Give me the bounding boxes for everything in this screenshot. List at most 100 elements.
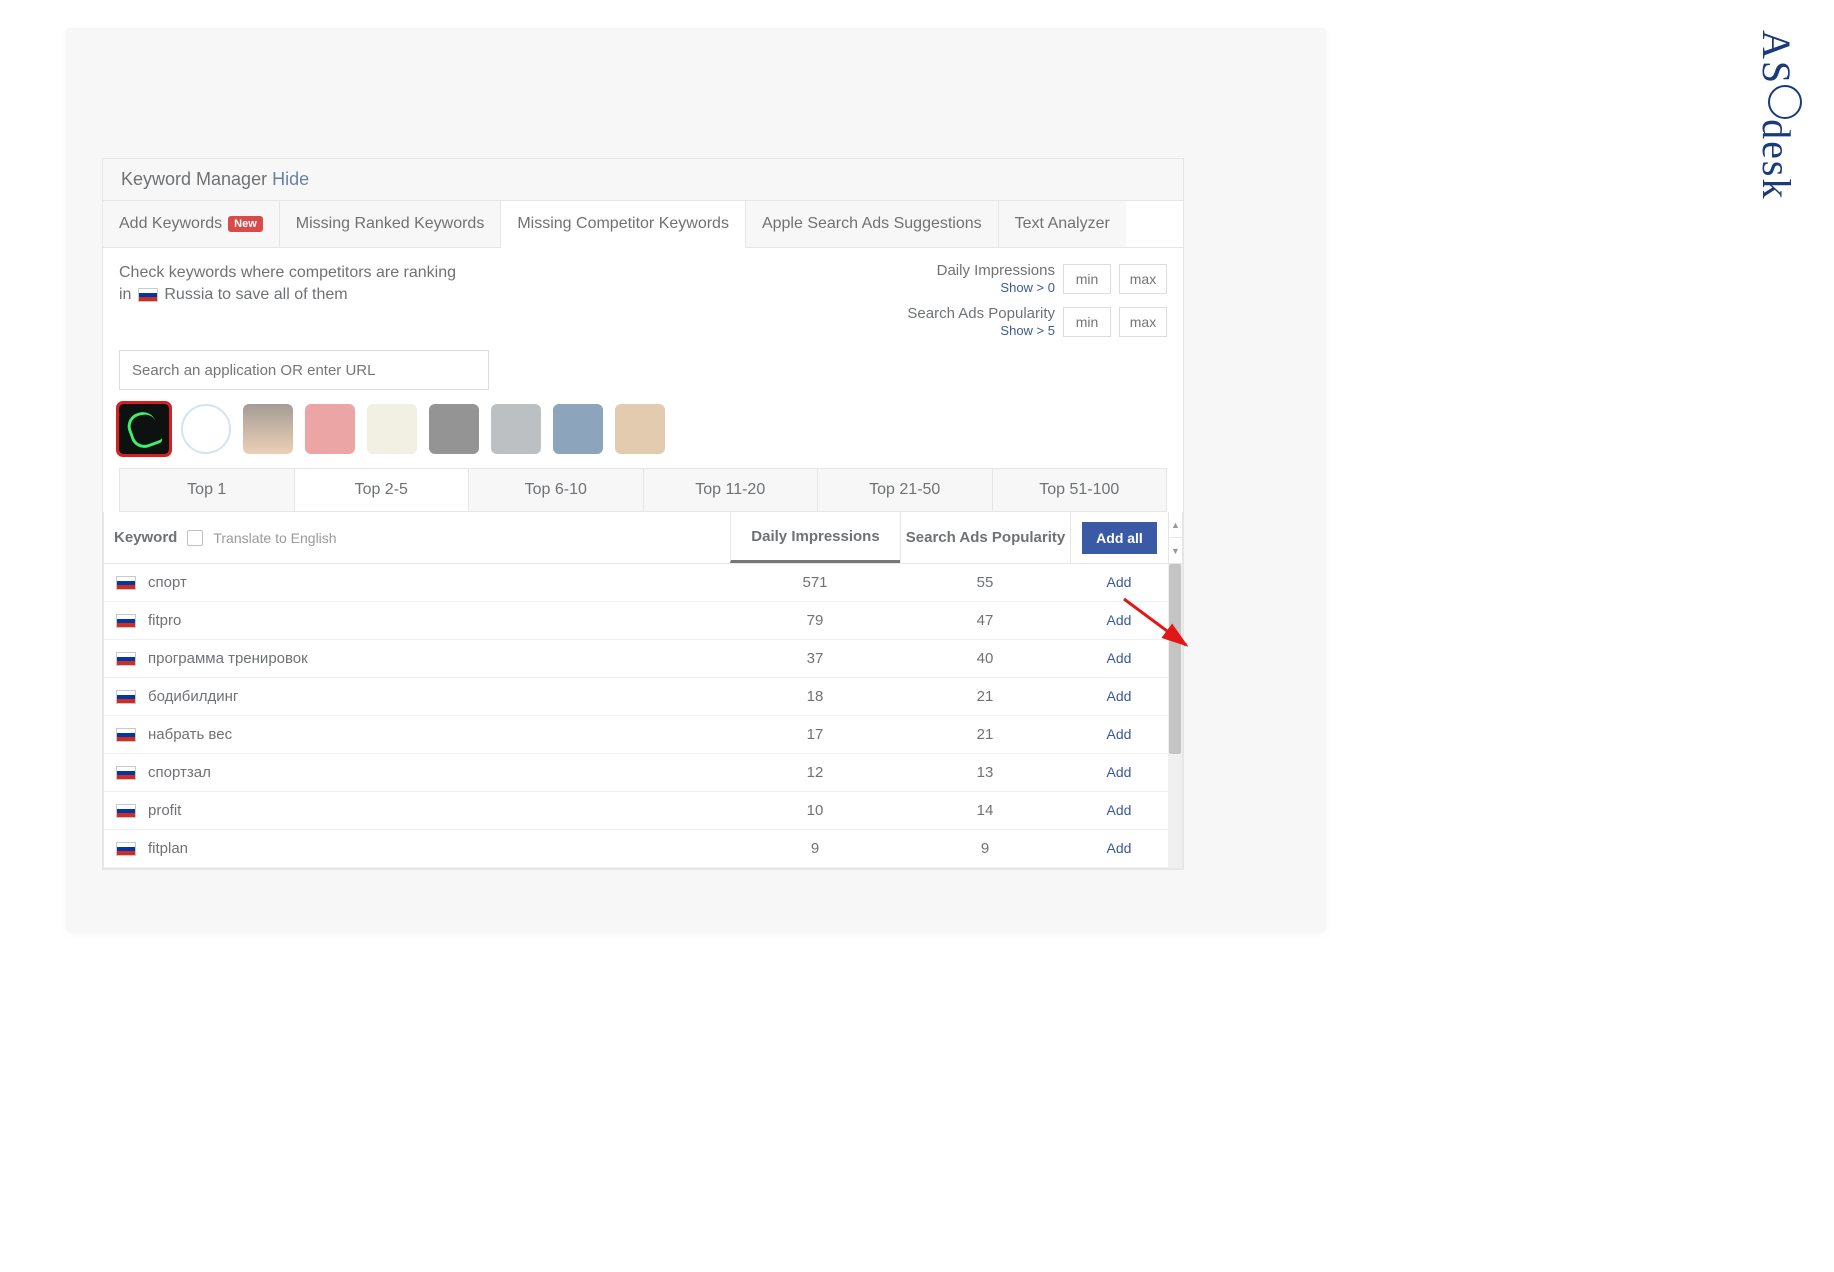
table-row: набрать вес 17 21 Add <box>104 716 1168 754</box>
tab-label: Missing Ranked Keywords <box>296 215 485 233</box>
di-value: 18 <box>730 688 900 705</box>
top-tab-1[interactable]: Top 1 <box>120 469 295 511</box>
tab-label: Missing Competitor Keywords <box>517 215 729 233</box>
competitor-app-1[interactable] <box>119 404 169 454</box>
di-filter-label: Daily Impressions <box>937 262 1055 279</box>
tab-label: Add Keywords <box>119 215 222 233</box>
russia-flag-icon <box>116 690 136 704</box>
keyword-text: fitplan <box>148 840 188 857</box>
table-scrollbar[interactable] <box>1168 564 1182 868</box>
di-max-input[interactable] <box>1119 264 1167 294</box>
add-all-button[interactable]: Add all <box>1082 522 1157 554</box>
add-link[interactable]: Add <box>1107 726 1132 742</box>
russia-flag-icon <box>116 652 136 666</box>
search-input[interactable] <box>119 350 489 390</box>
tab-add-keywords[interactable]: Add Keywords New <box>103 201 280 247</box>
keyword-text: profit <box>148 802 181 819</box>
th-translate-label: Translate to English <box>213 530 336 546</box>
tab-text-analyzer[interactable]: Text Analyzer <box>999 201 1126 247</box>
di-value: 10 <box>730 802 900 819</box>
russia-flag-icon <box>116 728 136 742</box>
table-row: profit 10 14 Add <box>104 792 1168 830</box>
di-value: 9 <box>730 840 900 857</box>
top-tab-11-20[interactable]: Top 11-20 <box>644 469 819 511</box>
add-link[interactable]: Add <box>1107 764 1132 780</box>
main-tabs: Add Keywords New Missing Ranked Keywords… <box>102 200 1184 248</box>
tab-missing-ranked[interactable]: Missing Ranked Keywords <box>280 201 502 247</box>
add-link[interactable]: Add <box>1107 688 1132 704</box>
top-tab-51-100[interactable]: Top 51-100 <box>993 469 1167 511</box>
keyword-table: Keyword Translate to English Daily Impre… <box>103 512 1183 869</box>
competitor-app-7[interactable] <box>491 404 541 454</box>
add-link[interactable]: Add <box>1107 650 1132 666</box>
sap-value: 40 <box>900 650 1070 667</box>
di-value: 571 <box>730 574 900 591</box>
russia-flag-icon <box>138 288 158 302</box>
sap-min-input[interactable] <box>1063 307 1111 337</box>
translate-checkbox[interactable] <box>187 530 203 546</box>
sap-value: 55 <box>900 574 1070 591</box>
tab-apple-search-ads[interactable]: Apple Search Ads Suggestions <box>746 201 999 247</box>
table-row: fitpro 79 47 Add <box>104 602 1168 640</box>
sap-value: 9 <box>900 840 1070 857</box>
keyword-text: спорт <box>148 574 187 591</box>
sap-value: 21 <box>900 688 1070 705</box>
sap-filter-label: Search Ads Popularity <box>907 305 1055 322</box>
tab-missing-competitor[interactable]: Missing Competitor Keywords <box>501 201 746 248</box>
new-badge: New <box>228 216 263 232</box>
competitor-app-8[interactable] <box>553 404 603 454</box>
top-tab-21-50[interactable]: Top 21-50 <box>818 469 993 511</box>
top-tab-2-5[interactable]: Top 2-5 <box>295 469 470 511</box>
keyword-text: бодибилдинг <box>148 688 238 705</box>
table-row: fitplan 9 9 Add <box>104 830 1168 868</box>
competitor-apps-row <box>119 404 1167 454</box>
competitor-app-3[interactable] <box>243 404 293 454</box>
keyword-manager-panel: Keyword Manager Hide Add Keywords New Mi… <box>102 158 1184 870</box>
desc-country: Russia <box>164 286 213 303</box>
di-min-input[interactable] <box>1063 264 1111 294</box>
sap-value: 21 <box>900 726 1070 743</box>
table-row: спорт 571 55 Add <box>104 564 1168 602</box>
competitor-app-2[interactable] <box>181 404 231 454</box>
russia-flag-icon <box>116 766 136 780</box>
table-row: спортзал 12 13 Add <box>104 754 1168 792</box>
competitor-app-4[interactable] <box>305 404 355 454</box>
panel-title-text: Keyword Manager <box>121 169 267 189</box>
th-keyword[interactable]: Keyword <box>114 529 177 546</box>
table-row: бодибилдинг 18 21 Add <box>104 678 1168 716</box>
description-text: Check keywords where competitors are ran… <box>119 262 456 338</box>
tab-label: Text Analyzer <box>1015 215 1110 233</box>
sap-value: 13 <box>900 764 1070 781</box>
top-tab-6-10[interactable]: Top 6-10 <box>469 469 644 511</box>
competitor-app-6[interactable] <box>429 404 479 454</box>
keyword-text: программа тренировок <box>148 650 308 667</box>
panel-title: Keyword Manager Hide <box>102 158 1184 200</box>
di-filter-link[interactable]: Show > 0 <box>937 280 1055 295</box>
russia-flag-icon <box>116 576 136 590</box>
table-row: программа тренировок 37 40 Add <box>104 640 1168 678</box>
hide-link[interactable]: Hide <box>272 169 309 189</box>
th-daily-impressions[interactable]: Daily Impressions <box>730 512 900 563</box>
desc-line2b: to save all of them <box>218 286 348 303</box>
keyword-text: fitpro <box>148 612 181 629</box>
add-link[interactable]: Add <box>1107 612 1132 628</box>
tab-label: Apple Search Ads Suggestions <box>762 215 982 233</box>
desc-line1: Check keywords where competitors are ran… <box>119 264 456 281</box>
russia-flag-icon <box>116 614 136 628</box>
brand-logo: ASdesk <box>1753 30 1802 200</box>
di-value: 17 <box>730 726 900 743</box>
add-link[interactable]: Add <box>1107 574 1132 590</box>
competitor-app-9[interactable] <box>615 404 665 454</box>
th-search-ads-popularity[interactable]: Search Ads Popularity <box>900 512 1070 563</box>
keyword-text: набрать вес <box>148 726 232 743</box>
header-scroll-arrows[interactable]: ▲▼ <box>1168 512 1182 563</box>
top-range-tabs: Top 1 Top 2-5 Top 6-10 Top 11-20 Top 21-… <box>119 468 1167 512</box>
di-value: 79 <box>730 612 900 629</box>
sap-filter-link[interactable]: Show > 5 <box>907 323 1055 338</box>
competitor-app-5[interactable] <box>367 404 417 454</box>
add-link[interactable]: Add <box>1107 802 1132 818</box>
russia-flag-icon <box>116 842 136 856</box>
add-link[interactable]: Add <box>1107 840 1132 856</box>
sap-value: 47 <box>900 612 1070 629</box>
sap-max-input[interactable] <box>1119 307 1167 337</box>
